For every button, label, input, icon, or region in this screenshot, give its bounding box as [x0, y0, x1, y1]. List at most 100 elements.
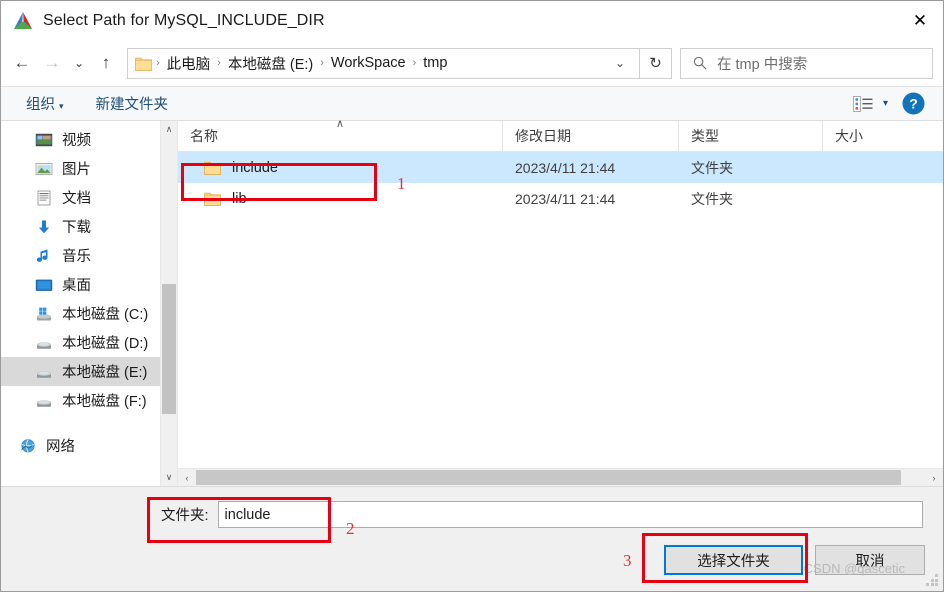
- folder-icon: [204, 191, 221, 206]
- file-type: 文件夹: [691, 190, 733, 207]
- help-button[interactable]: ?: [902, 92, 925, 115]
- table-row[interactable]: include 2023/4/11 21:44 文件夹: [178, 152, 943, 183]
- select-folder-button[interactable]: 选择文件夹: [664, 545, 803, 575]
- sidebar-item-documents[interactable]: 文档: [1, 183, 177, 212]
- sidebar-item-drive-c[interactable]: 本地磁盘 (C:): [1, 299, 177, 328]
- cell-type: 文件夹: [679, 189, 823, 209]
- scrollbar-track[interactable]: [196, 469, 925, 486]
- folder-icon: [135, 56, 152, 71]
- view-options-icon[interactable]: [853, 95, 873, 112]
- view-options-caret-icon[interactable]: ▾: [883, 98, 888, 109]
- sidebar-item-drive-e[interactable]: 本地磁盘 (E:): [1, 357, 177, 386]
- cell-modified: 2023/4/11 21:44: [503, 191, 679, 207]
- sidebar-item-label: 本地磁盘 (F:): [62, 394, 147, 410]
- chevron-down-icon[interactable]: ⌄: [603, 56, 637, 70]
- sidebar-item-videos[interactable]: 视频: [1, 125, 177, 154]
- organize-button[interactable]: 组织 ▾: [19, 90, 71, 117]
- drive-icon: [35, 334, 53, 352]
- file-name: lib: [232, 190, 247, 207]
- annotation-number-2: 2: [346, 519, 355, 538]
- up-button[interactable]: ↑: [91, 47, 121, 79]
- drive-icon: [35, 392, 53, 410]
- sidebar-vertical-scrollbar[interactable]: ∧ ∨: [160, 121, 177, 486]
- system-drive-icon: [35, 305, 53, 323]
- close-icon: ✕: [912, 11, 928, 30]
- column-header-modified[interactable]: 修改日期: [503, 121, 679, 151]
- refresh-button[interactable]: ↻: [640, 47, 672, 79]
- column-label: 名称: [190, 128, 218, 144]
- file-rows: include 2023/4/11 21:44 文件夹 lib 2023/4/1…: [178, 152, 943, 468]
- address-bar[interactable]: › 此电脑 › 本地磁盘 (E:) › WorkSpace › tmp ⌄: [127, 47, 640, 79]
- dialog-footer: 文件夹: include 选择文件夹 取消 CSDN @qascetic: [1, 486, 943, 591]
- table-row[interactable]: lib 2023/4/11 21:44 文件夹: [178, 183, 943, 214]
- column-header-row: ∧ 名称 修改日期 类型 大小: [178, 118, 943, 152]
- sidebar-item-music[interactable]: 音乐: [1, 241, 177, 270]
- cell-name: include: [178, 160, 503, 176]
- new-folder-button[interactable]: 新建文件夹: [89, 90, 176, 117]
- scroll-down-icon[interactable]: ∨: [161, 469, 177, 486]
- sidebar-item-label: 文档: [62, 191, 91, 207]
- cell-modified: 2023/4/11 21:44: [503, 160, 679, 176]
- search-input[interactable]: 在 tmp 中搜索: [717, 53, 807, 74]
- annotation-number-1: 1: [397, 174, 406, 193]
- sidebar-item-label: 本地磁盘 (C:): [62, 307, 149, 323]
- scrollbar-thumb[interactable]: [162, 284, 176, 414]
- select-folder-dialog: Select Path for MySQL_INCLUDE_DIR ✕ ← → …: [0, 0, 944, 592]
- file-type: 文件夹: [691, 159, 733, 176]
- scrollbar-thumb[interactable]: [196, 470, 901, 485]
- column-header-size[interactable]: 大小: [823, 121, 943, 151]
- videos-icon: [35, 131, 53, 149]
- watermark: CSDN @qascetic: [803, 561, 905, 576]
- pictures-icon: [35, 160, 53, 178]
- back-button[interactable]: ←: [7, 47, 37, 79]
- sidebar-item-desktop[interactable]: 桌面: [1, 270, 177, 299]
- navigation-bar: ← → ⌄ ↑ › 此电脑 › 本地磁盘 (E:) › WorkSpace › …: [1, 40, 943, 86]
- column-header-type[interactable]: 类型: [679, 121, 823, 151]
- cell-name: lib: [178, 191, 503, 207]
- page-title: Select Path for MySQL_INCLUDE_DIR: [43, 11, 325, 29]
- recent-locations-button[interactable]: ⌄: [67, 47, 91, 79]
- sidebar-item-label: 本地磁盘 (D:): [62, 336, 149, 352]
- sidebar-item-pictures[interactable]: 图片: [1, 154, 177, 183]
- sidebar-item-label: 本地磁盘 (E:): [62, 365, 148, 381]
- sidebar-item-label: 图片: [62, 162, 91, 178]
- breadcrumb-item-drive-e[interactable]: 本地磁盘 (E:): [222, 51, 319, 76]
- search-icon: [693, 56, 707, 70]
- downloads-icon: [35, 218, 53, 236]
- sidebar-item-drive-f[interactable]: 本地磁盘 (F:): [1, 386, 177, 415]
- music-icon: [35, 247, 53, 265]
- file-list-pane: ∧ 名称 修改日期 类型 大小 include 2023/4/11 21:44 …: [178, 118, 943, 486]
- scroll-up-icon[interactable]: ∧: [161, 121, 177, 138]
- breadcrumb-item-tmp[interactable]: tmp: [417, 53, 453, 73]
- file-name: include: [232, 159, 278, 176]
- forward-button[interactable]: →: [37, 47, 67, 79]
- breadcrumb-item-this-pc[interactable]: 此电脑: [161, 51, 217, 76]
- scroll-right-icon[interactable]: ›: [925, 469, 943, 486]
- column-header-name[interactable]: ∧ 名称: [178, 118, 503, 151]
- scrollbar-track[interactable]: [161, 138, 177, 469]
- scroll-left-icon[interactable]: ‹: [178, 469, 196, 486]
- search-box[interactable]: 在 tmp 中搜索: [680, 47, 933, 79]
- drive-icon: [35, 363, 53, 381]
- sort-ascending-icon: ∧: [335, 118, 345, 130]
- sidebar-item-network[interactable]: 网络: [1, 431, 177, 460]
- network-icon: [19, 437, 37, 455]
- svg-text:?: ?: [909, 95, 918, 111]
- file-modified: 2023/4/11 21:44: [515, 190, 616, 207]
- organize-label: 组织: [26, 97, 55, 113]
- sidebar-item-drive-d[interactable]: 本地磁盘 (D:): [1, 328, 177, 357]
- chevron-down-icon: ▾: [59, 101, 64, 111]
- folder-name-input[interactable]: include: [217, 501, 923, 528]
- sidebar-item-label: 下载: [62, 220, 91, 236]
- column-label: 大小: [835, 128, 863, 144]
- close-button[interactable]: ✕: [897, 1, 943, 40]
- breadcrumb-item-workspace[interactable]: WorkSpace: [325, 53, 412, 73]
- documents-icon: [35, 189, 53, 207]
- sidebar-item-downloads[interactable]: 下载: [1, 212, 177, 241]
- navigation-tree-pane: 视频 图片 文档 下载 音乐 桌面 本地磁盘 (C:) 本地磁盘 (D:) 本地…: [1, 121, 178, 486]
- annotation-number-3: 3: [623, 551, 632, 570]
- folder-name-label: 文件夹:: [161, 508, 209, 524]
- file-list-horizontal-scrollbar[interactable]: ‹ ›: [178, 468, 943, 486]
- resize-grip-icon[interactable]: [926, 574, 939, 587]
- command-bar: 组织 ▾ 新建文件夹 ▾ ?: [1, 86, 943, 121]
